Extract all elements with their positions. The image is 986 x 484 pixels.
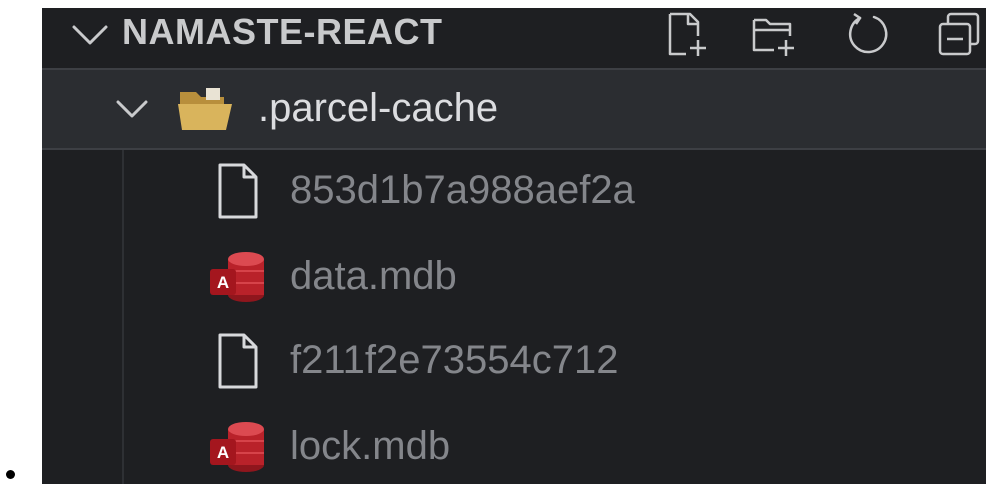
tree-item-file[interactable]: 853d1b7a988aef2a: [42, 150, 986, 232]
collapse-all-icon[interactable]: [936, 10, 984, 58]
tree-item-label: 853d1b7a988aef2a: [290, 168, 635, 212]
file-icon: [218, 333, 258, 389]
file-icon: [218, 163, 258, 219]
tree-item-label: lock.mdb: [290, 424, 451, 468]
file-explorer-panel: NAMASTE-REACT .parcel-cache 853d1b7a988a…: [42, 8, 986, 484]
new-file-icon[interactable]: [664, 10, 712, 58]
refresh-icon[interactable]: [844, 10, 892, 58]
tree-item-file[interactable]: A lock.mdb: [42, 406, 986, 484]
access-database-icon: A: [210, 252, 264, 302]
tree-item-file[interactable]: A data.mdb: [42, 236, 986, 318]
tree-item-label: f211f2e73554c712: [290, 338, 619, 382]
folder-open-icon: [178, 88, 232, 130]
tree-item-label: data.mdb: [290, 254, 457, 298]
explorer-section-header[interactable]: NAMASTE-REACT: [42, 8, 986, 68]
section-title: NAMASTE-REACT: [122, 11, 443, 52]
svg-text:A: A: [217, 443, 229, 462]
tree-item-parcel-cache[interactable]: .parcel-cache: [42, 68, 986, 150]
tree-item-file[interactable]: f211f2e73554c712: [42, 320, 986, 402]
new-folder-icon[interactable]: [750, 10, 798, 58]
explorer-actions: [662, 8, 986, 60]
svg-text:A: A: [217, 273, 229, 292]
tree-item-label: .parcel-cache: [258, 86, 499, 130]
access-database-icon: A: [210, 422, 264, 472]
list-bullet: [6, 470, 15, 479]
chevron-down-icon[interactable]: [70, 19, 110, 53]
chevron-down-icon[interactable]: [114, 94, 150, 124]
